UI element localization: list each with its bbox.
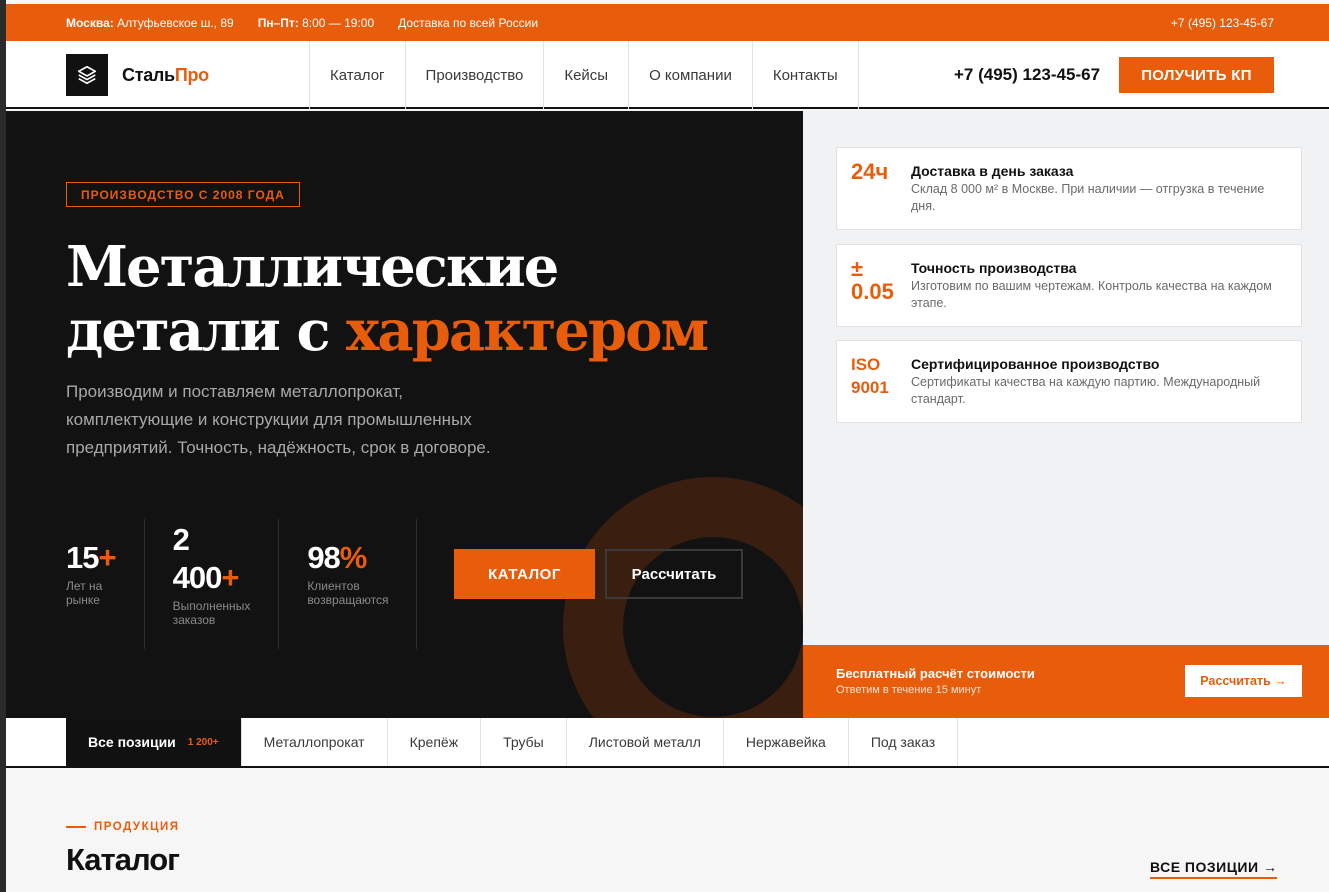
feature-value: ±0.05 xyxy=(851,257,907,303)
stat-label-line: рынке xyxy=(66,593,100,607)
hero-section: ПРОИЗВОДСТВО С 2008 ГОДА Металлические д… xyxy=(6,111,803,718)
section-eyebrow: ПРОДУКЦИЯ xyxy=(66,821,180,833)
stat-orders: 2 400+ Выполненных заказов xyxy=(145,519,280,649)
stat-label-line: заказов xyxy=(172,613,216,627)
nav-item-catalog[interactable]: Каталог xyxy=(310,41,406,109)
stat-years: 15+ Лет на рынке xyxy=(66,519,145,649)
nav-item-contacts[interactable]: Контакты xyxy=(753,41,859,109)
page: Москва: Алтуфьевское ш., 89 Пн–Пт: 8:00 … xyxy=(6,0,1329,892)
eyebrow-dash xyxy=(66,826,86,828)
tab-count-badge: 1 200+ xyxy=(187,736,219,748)
hero-lead: Производим и поставляем металлопрокат, к… xyxy=(66,382,491,457)
stat-label-line: Выполненных xyxy=(172,599,251,613)
city-label: Москва: xyxy=(66,16,114,30)
free-estimate-banner: Бесплатный расчёт стоимости Ответим в те… xyxy=(803,645,1329,718)
category-tabs: Все позиции 1 200+ Металлопрокат Крепёж Т… xyxy=(6,718,1329,768)
all-positions-link[interactable]: ВСЕ ПОЗИЦИИ → xyxy=(1150,859,1278,879)
feature-value: ISO 9001 xyxy=(851,353,907,399)
hero-title-accent: характером xyxy=(346,298,709,364)
tab-sheet-metal[interactable]: Листовой металл xyxy=(567,718,724,766)
tab-custom-order[interactable]: Под заказ xyxy=(849,718,959,766)
get-offer-button[interactable]: ПОЛУЧИТЬ КП xyxy=(1119,57,1274,93)
tab-fasteners[interactable]: Крепёж xyxy=(388,718,482,766)
stat-value: 98% xyxy=(307,539,388,577)
address-info: Москва: Алтуфьевское ш., 89 xyxy=(66,16,234,30)
top-phone-link[interactable]: +7 (495) 123-45-67 xyxy=(1171,16,1274,30)
feature-card-certification: ISO 9001 Сертифицированное производство С… xyxy=(836,340,1302,423)
logo-text-main: Сталь xyxy=(122,64,175,85)
promo-subtitle: Ответим в течение 15 минут xyxy=(836,684,982,696)
header-phone-link[interactable]: +7 (495) 123-45-67 xyxy=(954,65,1100,85)
hours-text: 8:00 — 19:00 xyxy=(302,16,375,30)
stat-returning-clients: 98% Клиентов возвращаются xyxy=(279,519,418,649)
stat-value: 15+ xyxy=(66,539,117,577)
delivery-info: Доставка по всей России xyxy=(398,16,539,30)
stat-number: 400 xyxy=(172,560,223,595)
feature-card-delivery: 24ч Доставка в день заказа Склад 8 000 м… xyxy=(836,147,1302,230)
feature-value: 24ч xyxy=(851,159,889,184)
stat-suffix: % xyxy=(339,540,368,575)
stat-label-line: Клиентов xyxy=(307,579,360,593)
eyebrow-text: ПРОДУКЦИЯ xyxy=(94,821,180,833)
promo-title: Бесплатный расчёт стоимости xyxy=(836,666,1035,681)
feature-description: Сертификаты качества на каждую партию. М… xyxy=(911,375,1261,406)
feature-card-precision: ±0.05 Точность производства Изготовим по… xyxy=(836,244,1302,327)
nav-item-about[interactable]: О компании xyxy=(629,41,753,109)
hours-info: Пн–Пт: 8:00 — 19:00 xyxy=(258,16,374,30)
promo-calculate-button[interactable]: Рассчитать → xyxy=(1185,665,1302,697)
logo[interactable]: СтальПро xyxy=(66,54,209,96)
tab-stainless[interactable]: Нержавейка xyxy=(724,718,849,766)
stat-suffix: + xyxy=(98,540,116,575)
tab-all-positions[interactable]: Все позиции 1 200+ xyxy=(66,718,242,766)
stat-number: 15 xyxy=(66,540,99,575)
layers-icon xyxy=(66,54,108,96)
hero-title-line2: детали с xyxy=(66,298,347,364)
catalog-button[interactable]: КАТАЛОГ xyxy=(454,549,595,599)
since-badge: ПРОИЗВОДСТВО С 2008 ГОДА xyxy=(66,182,300,207)
feature-title: Сертифицированное производство xyxy=(911,356,1160,372)
hours-label: Пн–Пт: xyxy=(257,16,299,30)
feature-title: Доставка в день заказа xyxy=(911,163,1074,179)
main-nav: Каталог Производство Кейсы О компании Ко… xyxy=(309,41,859,109)
logo-text: СтальПро xyxy=(122,65,209,86)
logo-text-accent: Про xyxy=(174,64,209,85)
features-panel: 24ч Доставка в день заказа Склад 8 000 м… xyxy=(803,111,1329,645)
catalog-title: Каталог xyxy=(66,842,180,877)
address-text: Алтуфьевское ш., 89 xyxy=(117,16,234,30)
top-info-bar: Москва: Алтуфьевское ш., 89 Пн–Пт: 8:00 … xyxy=(6,4,1329,41)
top-info-left: Москва: Алтуфьевское ш., 89 Пн–Пт: 8:00 … xyxy=(66,16,538,30)
feature-value-line: ISO xyxy=(851,355,881,374)
site-header: СтальПро Каталог Производство Кейсы О ко… xyxy=(6,41,1329,109)
stat-suffix: + xyxy=(221,560,239,595)
feature-value-line: ± xyxy=(851,256,864,281)
tab-metal-products[interactable]: Металлопрокат xyxy=(242,718,388,766)
feature-title: Точность производства xyxy=(911,260,1077,276)
stat-label: Клиентов возвращаются xyxy=(307,579,388,607)
tab-label: Все позиции xyxy=(88,734,176,750)
feature-description: Склад 8 000 м² в Москве. При наличии — о… xyxy=(911,182,1265,213)
category-tabs-list: Все позиции 1 200+ Металлопрокат Крепёж Т… xyxy=(66,718,959,766)
calculate-button[interactable]: Рассчитать xyxy=(605,549,743,599)
nav-item-production[interactable]: Производство xyxy=(406,41,545,109)
stat-label-line: возвращаются xyxy=(307,593,389,607)
stat-label: Лет на рынке xyxy=(66,579,116,607)
nav-item-cases[interactable]: Кейсы xyxy=(544,41,630,109)
feature-value-line: 9001 xyxy=(851,378,889,397)
stat-value: 2 400+ xyxy=(173,521,251,597)
stat-label-line: Лет на xyxy=(66,579,103,593)
feature-description: Изготовим по вашим чертежам. Контроль ка… xyxy=(911,279,1272,310)
hero-title-line1: Металлические xyxy=(66,234,559,300)
tab-pipes[interactable]: Трубы xyxy=(481,718,567,766)
stat-label: Выполненных заказов xyxy=(173,599,251,627)
hero-title: Металлические детали с характером xyxy=(66,235,766,363)
stat-number: 2 xyxy=(172,522,190,557)
stat-number: 98 xyxy=(307,540,340,575)
hero-stats: 15+ Лет на рынке 2 400+ Выполненных заказов… xyxy=(66,519,418,649)
feature-value-line: 0.05 xyxy=(851,279,894,304)
